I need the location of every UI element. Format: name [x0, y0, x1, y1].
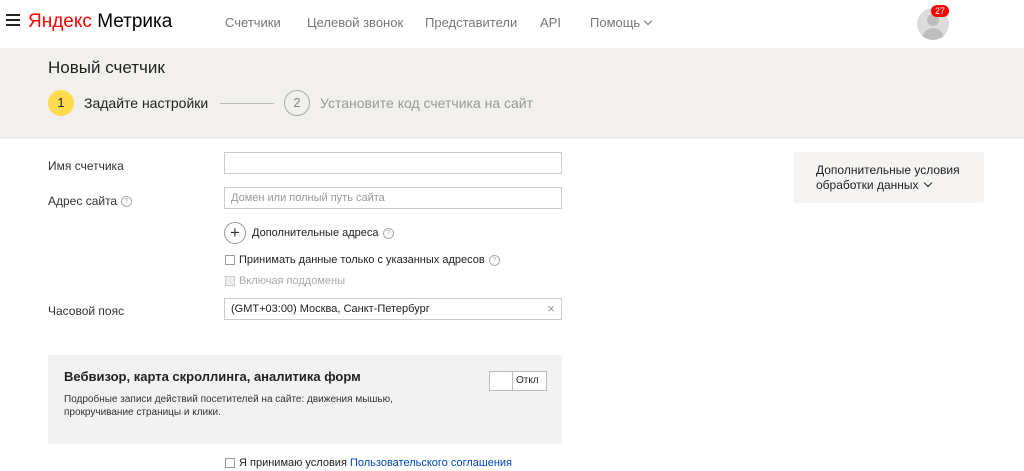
additional-conditions-row: Дополнительные условия обработки данных: [816, 163, 976, 193]
info-icon[interactable]: ?: [121, 196, 133, 208]
terms-prefix: Я принимаю условия: [239, 457, 347, 469]
nav-target-call[interactable]: Целевой звонок: [307, 15, 403, 30]
webvisor-toggle[interactable]: Откл: [489, 371, 547, 391]
nav-help[interactable]: Помощь: [590, 15, 653, 30]
chevron-down-icon: [643, 16, 653, 26]
additional-conditions-label: Дополнительные условия обработки данных: [816, 163, 960, 192]
nav-representatives[interactable]: Представители: [425, 15, 517, 30]
only-specified-label: Принимать данные только с указанных адре…: [239, 254, 485, 266]
add-address-button[interactable]: +: [224, 222, 246, 244]
nav-api[interactable]: API: [540, 15, 561, 30]
step-1-number: 1: [48, 90, 74, 116]
toggle-knob: [489, 371, 513, 391]
include-subdomains-checkbox[interactable]: [225, 276, 235, 286]
logo-metrika: Метрика: [97, 11, 173, 32]
webvisor-title: Вебвизор, карта скроллинга, аналитика фо…: [64, 369, 361, 384]
logo-yandex: Яндекс: [28, 11, 92, 32]
include-subdomains-label: Включая поддомены: [239, 275, 346, 287]
additional-addresses-label: Дополнительные адреса: [252, 227, 379, 239]
timezone-value: (GMT+03:00) Москва, Санкт-Петербург: [231, 303, 430, 315]
timezone-label: Часовой пояс: [48, 304, 125, 318]
counter-name-label: Имя счетчика: [48, 159, 124, 173]
logo[interactable]: Яндекс Метрика: [28, 10, 172, 34]
additional-conditions-panel[interactable]: Дополнительные условия обработки данных: [793, 152, 984, 203]
step-2-number: 2: [284, 90, 310, 116]
chevron-down-icon: [923, 178, 932, 188]
terms-row: Я принимаю условия Пользовательского сог…: [239, 457, 512, 469]
top-header: Яндекс Метрика Счетчики Целевой звонок П…: [0, 0, 1024, 48]
webvisor-toggle-label: Откл: [516, 375, 539, 386]
step-1-label: Задайте настройки: [84, 95, 209, 111]
counter-name-input[interactable]: [224, 152, 562, 174]
step-connector: [220, 103, 274, 104]
timezone-select[interactable]: (GMT+03:00) Москва, Санкт-Петербург ×: [224, 298, 562, 320]
additional-addresses-row[interactable]: Дополнительные адреса?: [252, 227, 394, 239]
site-address-label: Адрес сайта: [48, 194, 118, 208]
terms-checkbox[interactable]: [225, 458, 235, 468]
site-address-input[interactable]: [224, 187, 562, 209]
only-specified-checkbox[interactable]: [225, 255, 235, 265]
site-address-label-row: Адрес сайта?: [48, 194, 133, 208]
menu-icon[interactable]: [6, 14, 20, 28]
webvisor-section: Вебвизор, карта скроллинга, аналитика фо…: [48, 355, 562, 444]
nav-counters[interactable]: Счетчики: [225, 15, 281, 30]
info-icon[interactable]: ?: [488, 254, 500, 266]
nav-help-label: Помощь: [590, 15, 641, 30]
terms-link[interactable]: Пользовательского соглашения: [350, 457, 512, 469]
info-icon[interactable]: ?: [382, 227, 394, 239]
only-specified-row[interactable]: Принимать данные только с указанных адре…: [239, 254, 500, 266]
step-2-label: Установите код счетчика на сайт: [320, 95, 534, 111]
clear-icon[interactable]: ×: [547, 299, 555, 319]
notification-badge[interactable]: 27: [931, 5, 949, 17]
page-title: Новый счетчик: [48, 58, 165, 77]
webvisor-description: Подробные записи действий посетителей на…: [64, 394, 393, 418]
avatar-body-shape: [922, 28, 944, 40]
